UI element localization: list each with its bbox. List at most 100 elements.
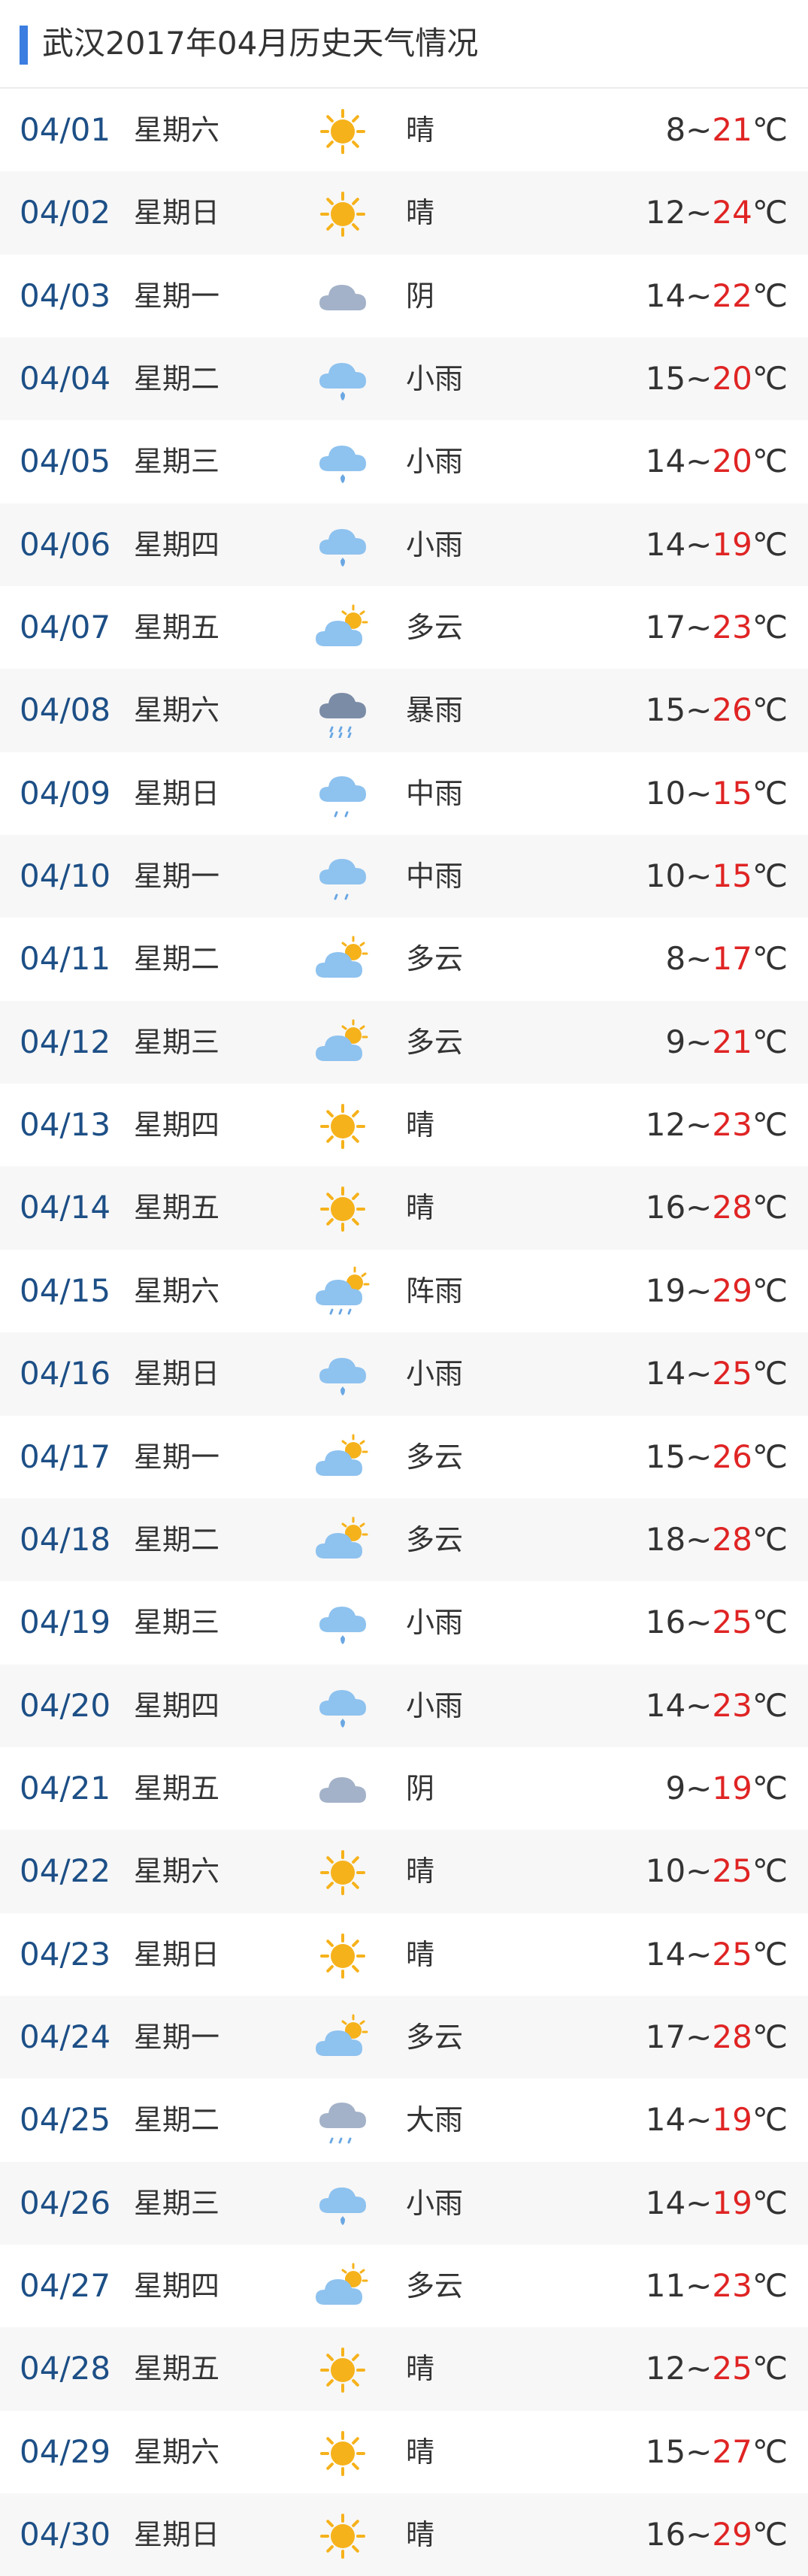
- partly-cloudy-icon: [310, 2261, 376, 2314]
- temp-unit: ℃: [752, 774, 788, 812]
- light-rain-icon: [310, 1681, 376, 1734]
- temp-high: 19: [712, 2184, 752, 2221]
- day-weekday: 星期一: [134, 1440, 220, 1474]
- temp-separator: ~: [685, 1023, 713, 1060]
- day-row: 04/05 星期三 小雨 14~20℃: [0, 420, 808, 503]
- temp-separator: ~: [685, 2184, 713, 2221]
- day-row: 04/19 星期三 小雨 16~25℃: [0, 1581, 808, 1664]
- temp-low: 14: [645, 2101, 686, 2139]
- temp-separator: ~: [685, 2515, 713, 2553]
- day-temperature: 15~20℃: [646, 337, 788, 420]
- day-condition: 晴: [406, 2352, 435, 2386]
- temp-unit: ℃: [752, 2018, 788, 2055]
- day-weekday: 星期二: [134, 1522, 220, 1556]
- day-condition: 阴: [406, 1771, 435, 1805]
- partly-cloudy-icon: [310, 1017, 376, 1070]
- day-date: 04/01: [20, 111, 111, 148]
- day-temperature: 14~25℃: [646, 1332, 788, 1415]
- day-condition: 多云: [406, 1440, 464, 1474]
- day-condition: 阴: [406, 279, 435, 313]
- day-date: 04/15: [20, 1271, 111, 1309]
- temp-low: 12: [645, 2350, 686, 2387]
- temp-separator: ~: [685, 1686, 713, 1724]
- temp-separator: ~: [685, 609, 713, 646]
- day-temperature: 14~19℃: [646, 503, 788, 586]
- temp-separator: ~: [685, 2266, 713, 2304]
- day-row: 04/02 星期日 晴 12~24℃: [0, 171, 808, 255]
- temp-high: 21: [712, 1023, 752, 1060]
- day-temperature: 12~24℃: [646, 171, 788, 254]
- day-weekday: 星期三: [134, 1606, 220, 1640]
- overcast-cloud-icon: [310, 1764, 376, 1816]
- temp-unit: ℃: [752, 1520, 788, 1558]
- light-rain-icon: [310, 2178, 376, 2231]
- temp-separator: ~: [685, 2350, 713, 2387]
- temp-low: 18: [645, 1520, 686, 1558]
- temp-high: 23: [712, 609, 752, 646]
- page-title: 武汉2017年04月历史天气情况: [42, 25, 479, 62]
- day-condition: 小雨: [406, 2186, 464, 2220]
- temp-low: 14: [645, 277, 686, 314]
- temp-low: 15: [645, 360, 686, 398]
- temp-high: 15: [712, 857, 752, 895]
- temp-unit: ℃: [752, 443, 788, 480]
- temp-unit: ℃: [752, 360, 788, 398]
- temp-low: 15: [645, 691, 686, 729]
- temp-unit: ℃: [752, 2515, 788, 2553]
- day-weekday: 星期三: [134, 1025, 220, 1059]
- day-temperature: 9~21℃: [665, 1001, 788, 1084]
- temp-low: 16: [645, 1604, 686, 1641]
- day-condition: 小雨: [406, 1606, 464, 1640]
- day-temperature: 10~15℃: [646, 835, 788, 918]
- temp-low: 14: [645, 1935, 686, 1973]
- temp-unit: ℃: [752, 194, 788, 231]
- temp-low: 10: [645, 1852, 686, 1890]
- day-weekday: 星期六: [134, 1274, 220, 1308]
- temp-low: 16: [645, 2515, 686, 2553]
- day-condition: 小雨: [406, 1689, 464, 1722]
- temp-low: 15: [645, 2432, 686, 2470]
- weather-history-list: 04/01 星期六晴 8~21℃ 04/02 星期日晴 12~24℃ 04/03 星期一阴 14…: [0, 89, 808, 2576]
- temp-high: 25: [712, 2350, 752, 2387]
- temp-unit: ℃: [752, 1438, 788, 1475]
- temp-separator: ~: [685, 1520, 713, 1558]
- temp-high: 25: [712, 1604, 752, 1641]
- day-weekday: 星期日: [134, 196, 220, 230]
- day-date: 04/22: [20, 1852, 111, 1890]
- sun-icon: [310, 2510, 376, 2562]
- day-date: 04/11: [20, 940, 111, 978]
- day-date: 04/05: [20, 443, 111, 480]
- temp-high: 21: [712, 111, 752, 148]
- day-date: 04/03: [20, 277, 111, 314]
- day-date: 04/10: [20, 857, 111, 895]
- temp-unit: ℃: [752, 1189, 788, 1226]
- temp-low: 14: [645, 2184, 686, 2221]
- sun-icon: [310, 1930, 376, 1982]
- temp-unit: ℃: [752, 857, 788, 895]
- temp-unit: ℃: [752, 1023, 788, 1060]
- temp-high: 26: [712, 1438, 752, 1475]
- day-temperature: 16~29℃: [646, 2493, 788, 2576]
- day-row: 04/12 星期三 多云 9~21℃: [0, 1000, 808, 1084]
- day-weekday: 星期六: [134, 2435, 220, 2469]
- day-weekday: 星期六: [134, 694, 220, 727]
- temp-low: 17: [645, 609, 686, 646]
- temp-low: 11: [645, 2266, 686, 2304]
- day-weekday: 星期四: [134, 1689, 220, 1722]
- day-row: 04/28 星期五 晴 12~25℃: [0, 2327, 808, 2411]
- day-condition: 晴: [406, 1108, 435, 1142]
- temp-separator: ~: [685, 360, 713, 398]
- day-date: 04/07: [20, 609, 111, 646]
- day-weekday: 星期日: [134, 2517, 220, 2551]
- temp-high: 24: [712, 194, 752, 231]
- day-temperature: 15~26℃: [646, 669, 788, 751]
- day-row: 04/15 星期六 阵雨 19~29℃: [0, 1250, 808, 1332]
- day-condition: 多云: [406, 2020, 464, 2054]
- day-temperature: 10~15℃: [646, 752, 788, 835]
- day-row: 04/21 星期五 阴 9~19℃: [0, 1747, 808, 1830]
- moderate-rain-icon: [310, 851, 376, 904]
- day-row: 04/09 星期日 中雨 10~15℃: [0, 752, 808, 835]
- day-condition: 多云: [406, 1522, 464, 1556]
- sun-icon: [310, 188, 376, 240]
- day-condition: 中雨: [406, 860, 464, 893]
